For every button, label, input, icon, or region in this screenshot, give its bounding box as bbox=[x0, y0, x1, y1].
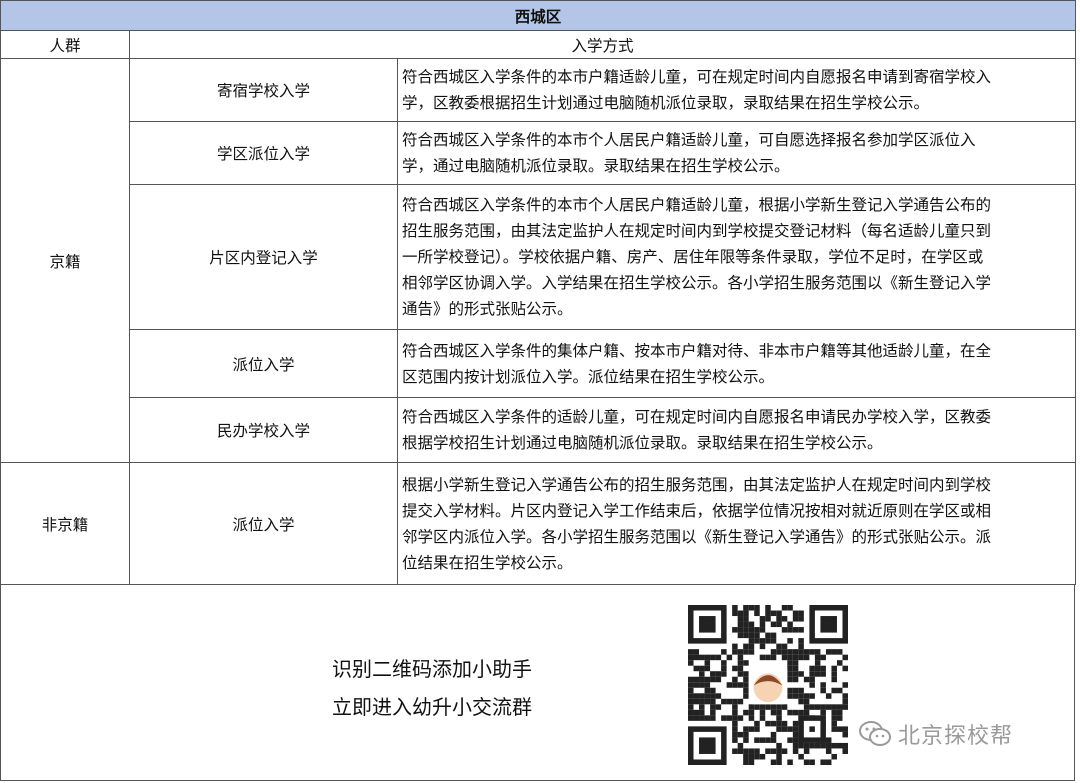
desc-line: 根据学校招生计划通过电脑随机派位录取。录取结果在招生学校公示。 bbox=[402, 434, 883, 452]
method-assignment: 派位入学 bbox=[129, 329, 398, 398]
header-group: 人群 bbox=[0, 30, 130, 59]
watermark-text: 北京探校帮 bbox=[898, 724, 1014, 749]
qr-code[interactable] bbox=[688, 605, 848, 765]
group-fei-jingji: 非京籍 bbox=[0, 462, 130, 585]
watermark: 北京探校帮 bbox=[858, 716, 1013, 752]
desc-line: 符合西城区入学条件的本市个人居民户籍适龄儿童，根据小学新生登记入学通告公布的 bbox=[402, 196, 992, 214]
desc-assignment: 符合西城区入学条件的集体户籍、按本市户籍对待、非本市户籍等其他适龄儿童，在全 区… bbox=[396, 329, 1077, 398]
admission-sheet: 西城区 人群 入学方式 京籍 寄宿学校入学 符合西城区入学条件的本市户籍适龄儿童… bbox=[0, 0, 1077, 783]
qr-code-image bbox=[688, 605, 848, 765]
method-district-lottery: 学区派位入学 bbox=[129, 121, 398, 185]
desc-line: 位结果在招生学校公示。 bbox=[402, 553, 573, 572]
desc-line: 学，区教委根据招生计划通过电脑随机派位录取，录取结果在招生学校公示。 bbox=[402, 94, 930, 112]
desc-boarding: 符合西城区入学条件的本市户籍适龄儿童，可在规定时间内自愿报名申请到寄宿学校入 学… bbox=[396, 58, 1077, 122]
wechat-icon bbox=[859, 721, 891, 746]
method-zone-registration: 片区内登记入学 bbox=[129, 184, 398, 330]
desc-line: 符合西城区入学条件的本市户籍适龄儿童，可在规定时间内自愿报名申请到寄宿学校入 bbox=[402, 68, 992, 86]
desc-district-lottery: 符合西城区入学条件的本市个人居民户籍适龄儿童，可自愿选择报名参加学区派位入 学，… bbox=[396, 121, 1077, 185]
group-jingji: 京籍 bbox=[0, 58, 130, 463]
desc-line: 学，通过电脑随机派位录取。录取结果在招生学校公示。 bbox=[402, 157, 790, 175]
header-method: 入学方式 bbox=[128, 30, 1077, 59]
desc-line: 提交入学材料。片区内登记入学工作结束后，依据学位情况按相对就近原则在学区或相 bbox=[402, 501, 992, 520]
desc-zone-registration: 符合西城区入学条件的本市个人居民户籍适龄儿童，根据小学新生登记入学通告公布的 招… bbox=[396, 184, 1077, 330]
method-assignment-nonlocal: 派位入学 bbox=[129, 462, 398, 585]
desc-line: 邻学区内派位入学。各小学招生服务范围以《新生登记入学通告》的形式张贴公示。派 bbox=[402, 527, 992, 546]
mascot-icon bbox=[748, 665, 788, 705]
desc-line: 招生服务范围，由其法定监护人在规定时间内到学校提交登记材料（每名适龄儿童只到 bbox=[402, 222, 992, 240]
qr-caption-line-2: 立即进入幼升小交流群 bbox=[332, 695, 532, 719]
desc-line: 符合西城区入学条件的本市个人居民户籍适龄儿童，可自愿选择报名参加学区派位入 bbox=[402, 131, 976, 149]
table-title: 西城区 bbox=[0, 0, 1077, 31]
desc-line: 根据小学新生登记入学通告公布的招生服务范围，由其法定监护人在规定时间内到学校 bbox=[402, 475, 992, 494]
admission-table: 西城区 人群 入学方式 京籍 寄宿学校入学 符合西城区入学条件的本市户籍适龄儿童… bbox=[0, 0, 1077, 585]
desc-assignment-nonlocal: 根据小学新生登记入学通告公布的招生服务范围，由其法定监护人在规定时间内到学校 提… bbox=[396, 462, 1077, 585]
desc-line: 一所学校登记）。学校依据户籍、房产、居住年限等条件录取，学位不足时，在学区或 bbox=[402, 248, 984, 266]
desc-line: 相邻学区协调入学。入学结果在招生学校公示。各小学招生服务范围以《新生登记入学 bbox=[402, 274, 992, 292]
desc-line: 通告》的形式张贴公示。 bbox=[402, 300, 573, 318]
desc-line: 符合西城区入学条件的集体户籍、按本市户籍对待、非本市户籍等其他适龄儿童，在全 bbox=[402, 341, 992, 360]
method-private-school: 民办学校入学 bbox=[129, 397, 398, 463]
qr-caption-line-1: 识别二维码添加小助手 bbox=[332, 657, 532, 681]
desc-private-school: 符合西城区入学条件的适龄儿童，可在规定时间内自愿报名申请民办学校入学，区教委 根… bbox=[396, 397, 1077, 463]
desc-line: 区范围内按计划派位入学。派位结果在招生学校公示。 bbox=[402, 367, 775, 386]
qr-caption: 识别二维码添加小助手 立即进入幼升小交流群 bbox=[332, 650, 632, 726]
method-boarding: 寄宿学校入学 bbox=[129, 58, 398, 122]
desc-line: 符合西城区入学条件的适龄儿童，可在规定时间内自愿报名申请民办学校入学，区教委 bbox=[402, 408, 992, 426]
